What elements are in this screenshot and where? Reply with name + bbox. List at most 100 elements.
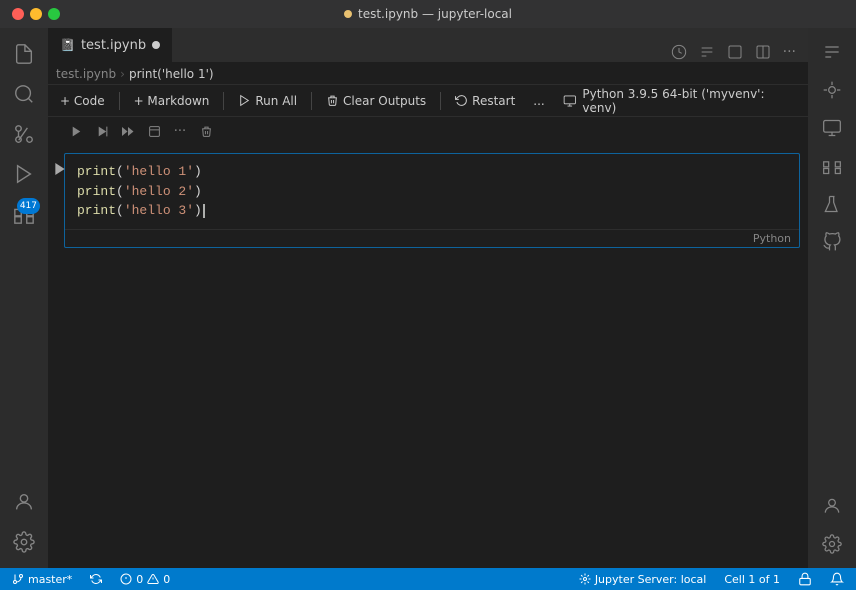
tab-bar: 📓 test.ipynb (0, 28, 808, 63)
more-cell-button[interactable]: ··· (168, 120, 192, 142)
code-line-2: print('hello 2') (77, 182, 787, 202)
maximize-button[interactable] (48, 8, 60, 20)
errors-status[interactable]: 0 0 (116, 568, 174, 590)
sidebar-item-explorer[interactable] (6, 36, 42, 72)
sidebar-item-run-debug[interactable] (6, 156, 42, 192)
modified-indicator (344, 10, 352, 18)
breadcrumb: test.ipynb › print('hello 1') (0, 63, 808, 85)
cell-info-status: Cell 1 of 1 (720, 568, 784, 590)
run-next-button[interactable] (90, 120, 114, 142)
right-panel (808, 28, 856, 568)
run-all-cells-button[interactable] (116, 120, 140, 142)
extensions-panel-icon[interactable] (816, 150, 848, 182)
cell-code[interactable]: print('hello 1') print('hello 2') print(… (65, 154, 799, 229)
tab-actions: ··· (667, 42, 808, 62)
cell-run-button[interactable] (52, 161, 68, 177)
outline-icon[interactable] (723, 42, 747, 62)
window-title: test.ipynb — jupyter-local (344, 7, 512, 21)
sidebar-item-account[interactable] (6, 484, 42, 520)
cell-info-label: Cell 1 of 1 (724, 573, 780, 586)
add-code-button[interactable]: + Code (52, 91, 113, 111)
account-right-icon[interactable] (816, 490, 848, 522)
status-bar: master* 0 0 (0, 568, 856, 590)
window-controls[interactable] (12, 8, 60, 20)
sync-icon (90, 573, 102, 585)
title-bar: test.ipynb — jupyter-local (0, 0, 856, 28)
branch-icon (12, 573, 24, 585)
delete-cell-button[interactable] (194, 120, 218, 142)
run-next-icon (96, 125, 109, 138)
toggle-output-button[interactable] (142, 120, 166, 142)
output-icon (148, 125, 161, 138)
activity-bar: 417 (0, 28, 48, 568)
settings-right-icon[interactable] (816, 528, 848, 560)
split-editor-icon[interactable] (751, 42, 775, 62)
tab-test-ipynb[interactable]: 📓 test.ipynb (48, 27, 172, 62)
breadcrumb-file[interactable]: test.ipynb (56, 67, 116, 81)
code-line-1: print('hello 1') (77, 162, 787, 182)
toolbar-separator-4 (440, 92, 441, 110)
variables-icon[interactable] (695, 42, 719, 62)
toolbar-separator-1 (119, 92, 120, 110)
warning-count: 0 (163, 573, 170, 586)
main-content: 📓 test.ipynb (0, 28, 808, 568)
run-cell-button[interactable] (64, 120, 88, 142)
more-toolbar-button[interactable]: ... (525, 91, 552, 111)
restart-button[interactable]: Restart (447, 91, 523, 111)
cell-language: Python (65, 229, 799, 247)
add-markdown-button[interactable]: + Markdown (126, 91, 218, 111)
cell-run-triangle-icon (52, 161, 68, 177)
sidebar-item-search[interactable] (6, 76, 42, 112)
branch-label: master* (28, 573, 72, 586)
status-bar-left: master* 0 0 (8, 568, 174, 590)
more-actions-icon[interactable]: ··· (779, 42, 800, 62)
jupyter-server-status[interactable]: Jupyter Server: local (575, 568, 711, 590)
code-line-3: print('hello 3') (77, 201, 787, 221)
branch-status[interactable]: master* (8, 568, 76, 590)
cell-body[interactable]: print('hello 1') print('hello 2') print(… (64, 153, 800, 248)
run-icon (70, 125, 83, 138)
history-icon[interactable] (667, 42, 691, 62)
notebook-toolbar: + Code + Markdown Run All Clear Outputs (0, 85, 808, 117)
run-all-cells-icon (121, 125, 135, 138)
notebook-area: [ ] print('hello 1') print('hello 2') pr… (0, 145, 808, 568)
status-bar-right: Jupyter Server: local Cell 1 of 1 (575, 568, 848, 590)
notebook-file-icon: 📓 (60, 38, 75, 52)
breadcrumb-current: print('hello 1') (129, 67, 214, 81)
clear-outputs-button[interactable]: Clear Outputs (318, 91, 434, 111)
cell-toolbar: ··· (0, 117, 808, 145)
close-button[interactable] (12, 8, 24, 20)
remote-panel-icon[interactable] (816, 112, 848, 144)
github-icon[interactable] (816, 226, 848, 258)
extensions-badge: 417 (17, 198, 40, 214)
tab-label: test.ipynb (81, 38, 146, 53)
jupyter-server-label: Jupyter Server: local (595, 573, 707, 586)
tab-modified-dot (152, 41, 160, 49)
run-all-button[interactable]: Run All (230, 91, 305, 111)
breadcrumb-separator: › (120, 67, 125, 81)
clear-icon (326, 94, 339, 107)
minimize-button[interactable] (30, 8, 42, 20)
error-count: 0 (136, 573, 143, 586)
sidebar-item-extensions[interactable]: 417 (6, 196, 42, 232)
error-icon (120, 573, 132, 585)
bell-icon (830, 572, 844, 586)
toolbar-separator-3 (311, 92, 312, 110)
notification-status[interactable] (826, 568, 848, 590)
variables-panel-icon[interactable] (816, 36, 848, 68)
kernel-label: Python 3.9.5 64-bit ('myvenv': venv) (582, 87, 796, 115)
kernel-selector[interactable]: Python 3.9.5 64-bit ('myvenv': venv) (555, 85, 804, 117)
sidebar-item-source-control[interactable] (6, 116, 42, 152)
kernel-icon (563, 94, 577, 108)
trash-icon (200, 125, 213, 138)
remote-status[interactable] (794, 568, 816, 590)
warning-icon (147, 573, 159, 585)
flask-icon[interactable] (816, 188, 848, 220)
jupyter-panel-icon[interactable] (816, 74, 848, 106)
sidebar-item-settings[interactable] (6, 524, 42, 560)
activity-bar-bottom (6, 484, 42, 560)
run-all-icon (238, 94, 251, 107)
restart-icon (455, 94, 468, 107)
toolbar-separator-2 (223, 92, 224, 110)
sync-status[interactable] (86, 568, 106, 590)
